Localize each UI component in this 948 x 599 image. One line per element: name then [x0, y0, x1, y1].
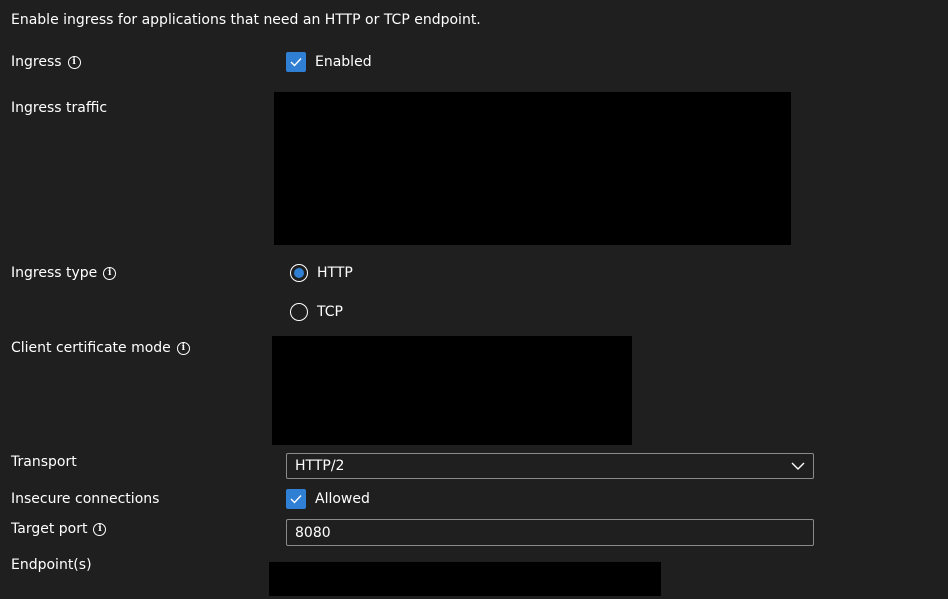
endpoints-label-text: Endpoint(s) [11, 557, 92, 573]
radio-http-label[interactable]: HTTP [317, 265, 353, 281]
insecure-connections-allowed-checkbox[interactable]: Allowed [286, 489, 370, 509]
info-icon[interactable]: i [93, 522, 107, 536]
client-certificate-mode-redacted-region [272, 336, 632, 445]
ingress-label-text: Ingress [11, 54, 62, 70]
client-certificate-mode-label: Client certificate mode i [11, 340, 190, 356]
ingress-type-radio-tcp[interactable]: TCP [290, 303, 343, 321]
radio-selected-icon[interactable] [290, 264, 308, 282]
target-port-input[interactable] [286, 519, 814, 546]
target-port-label: Target port i [11, 521, 107, 537]
insecure-connections-label: Insecure connections [11, 491, 159, 507]
ingress-type-label: Ingress type i [11, 265, 117, 281]
transport-dropdown[interactable]: HTTP/2 [286, 453, 814, 479]
section-description: Enable ingress for applications that nee… [11, 12, 481, 28]
radio-tcp-label[interactable]: TCP [317, 304, 343, 320]
info-icon[interactable]: i [103, 266, 117, 280]
insecure-connections-allowed-label[interactable]: Allowed [315, 491, 370, 507]
checkmark-icon[interactable] [286, 52, 306, 72]
ingress-enabled-label[interactable]: Enabled [315, 54, 372, 70]
ingress-traffic-redacted-region [274, 92, 791, 245]
ingress-type-radio-http[interactable]: HTTP [290, 264, 353, 282]
client-certificate-mode-label-text: Client certificate mode [11, 340, 171, 356]
info-icon[interactable]: i [67, 55, 81, 69]
ingress-label: Ingress i [11, 54, 81, 70]
chevron-down-icon[interactable] [791, 458, 805, 474]
target-port-label-text: Target port [11, 521, 88, 537]
radio-unselected-icon[interactable] [290, 303, 308, 321]
transport-label: Transport [11, 454, 77, 470]
endpoints-redacted-region [269, 562, 661, 596]
transport-selected-value: HTTP/2 [295, 458, 345, 474]
ingress-traffic-label: Ingress traffic [11, 100, 107, 116]
insecure-connections-label-text: Insecure connections [11, 491, 160, 507]
endpoints-label: Endpoint(s) [11, 557, 92, 573]
ingress-enabled-checkbox[interactable]: Enabled [286, 52, 372, 72]
checkmark-icon[interactable] [286, 489, 306, 509]
info-icon[interactable]: i [176, 341, 190, 355]
ingress-type-label-text: Ingress type [11, 265, 98, 281]
ingress-traffic-label-text: Ingress traffic [11, 100, 108, 116]
transport-label-text: Transport [11, 454, 77, 470]
